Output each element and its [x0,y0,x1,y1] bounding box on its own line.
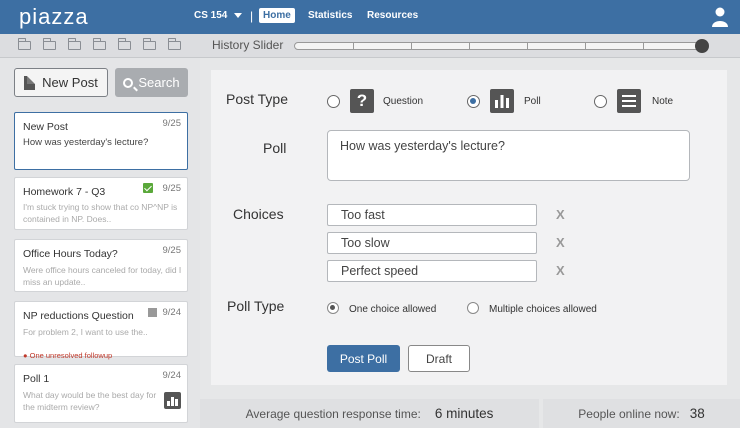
post-date: 9/25 [162,183,182,194]
online-count-stat: People online now: 38 [543,399,740,428]
history-slider-handle[interactable] [695,39,709,53]
folder-icon[interactable] [117,38,131,50]
remove-choice-1[interactable]: X [556,207,565,222]
check-icon [143,183,153,193]
post-composer: Post Type ? Question Poll Note Poll How … [211,70,727,385]
post-item[interactable]: Homework 7 - Q3 9/25 I'm stuck trying to… [14,177,188,230]
post-type-note-label: Note [652,96,674,107]
post-title: New Post [23,121,68,133]
followup-text: One unresolved followup [29,351,113,360]
radio-one-choice[interactable] [327,302,339,314]
remove-choice-3[interactable]: X [556,263,565,278]
user-icon[interactable] [712,7,728,27]
choices-label: Choices [233,206,284,222]
piazza-logo[interactable]: piazza [19,4,89,30]
draft-button[interactable]: Draft [408,345,470,372]
post-date: 9/25 [162,245,182,256]
remove-choice-2[interactable]: X [556,235,565,250]
poll-icon [164,392,181,409]
poll-question-input[interactable]: How was yesterday's lecture? [327,130,690,181]
choice-input-1[interactable]: Too fast [327,204,537,226]
post-date: 9/24 [162,307,182,318]
slider-tick [469,43,470,49]
slider-tick [527,43,528,49]
folder-icon[interactable] [67,38,81,50]
nav-home[interactable]: Home [259,8,295,23]
post-title: Homework 7 - Q3 [23,186,106,198]
multiple-choices-label: Multiple choices allowed [489,304,597,315]
course-selector[interactable]: CS 154 [194,10,243,21]
new-post-button[interactable]: New Post [14,68,108,97]
slider-tick [353,43,354,49]
history-bar: History Slider [0,34,740,58]
post-poll-button[interactable]: Post Poll [327,345,400,372]
post-date: 9/25 [162,118,182,129]
post-title: NP reductions Question [23,310,134,322]
online-count-label: People online now: [578,406,680,421]
response-time-label: Average question response time: [245,406,421,421]
folder-icon[interactable] [17,38,31,50]
slider-tick [643,43,644,49]
question-icon: ? [350,89,374,113]
post-item[interactable]: Office Hours Today? 9/25 Were office hou… [14,239,188,292]
course-name: CS 154 [194,10,228,21]
folder-icon[interactable] [92,38,106,50]
folder-icon[interactable] [142,38,156,50]
top-bar: piazza CS 154 | Home Statistics Resource… [0,0,740,34]
response-time-value: 6 minutes [434,406,494,421]
radio-note[interactable] [594,95,607,108]
nav-resources[interactable]: Resources [363,8,422,23]
search-label: Search [138,75,180,90]
folder-icon[interactable] [42,38,56,50]
one-choice-label: One choice allowed [349,304,437,315]
post-preview: I'm stuck trying to show that co NP^NP i… [23,202,178,224]
post-preview: For problem 2, I want to use the.. [23,327,148,337]
document-icon [24,75,36,90]
post-type-question-label: Question [383,96,424,107]
new-post-label: New Post [42,75,98,90]
unresolved-followup: ● One unresolved followup [23,351,113,360]
choice-input-2[interactable]: Too slow [327,232,537,254]
sidebar: New Post Search New Post 9/25 How was ye… [0,58,200,428]
post-item[interactable]: Poll 1 9/24 What day would be the best d… [14,364,188,423]
search-button[interactable]: Search [115,68,188,97]
response-time-stat: Average question response time: 6 minute… [200,399,539,428]
poll-label: Poll [263,140,287,156]
history-slider-label: History Slider [212,38,284,52]
nav-statistics[interactable]: Statistics [304,8,356,23]
note-icon [148,308,157,317]
post-preview: Were office hours canceled for today, di… [23,265,182,287]
slider-tick [411,43,412,49]
post-preview: What day would be the best day for the m… [23,390,157,412]
radio-question[interactable] [327,95,340,108]
history-slider[interactable] [294,42,702,50]
post-date: 9/24 [162,370,182,381]
post-title: Poll 1 [23,373,50,385]
caret-down-icon [234,13,243,18]
post-type-label: Post Type [226,91,289,107]
post-item-selected[interactable]: New Post 9/25 How was yesterday's lectur… [14,112,188,170]
slider-tick [585,43,586,49]
post-type-poll-label: Poll [524,96,541,107]
search-icon [123,77,134,88]
radio-multiple-choices[interactable] [467,302,479,314]
post-preview: How was yesterday's lecture? [23,137,149,148]
nav-separator: | [250,9,254,23]
radio-poll[interactable] [467,95,480,108]
note-icon [617,89,641,113]
post-item[interactable]: NP reductions Question 9/24 For problem … [14,301,188,360]
poll-type-label: Poll Type [227,298,285,314]
post-title: Office Hours Today? [23,248,118,260]
folder-icon[interactable] [167,38,181,50]
poll-icon [490,89,514,113]
choice-input-3[interactable]: Perfect speed [327,260,537,282]
online-count-value: 38 [689,406,705,421]
